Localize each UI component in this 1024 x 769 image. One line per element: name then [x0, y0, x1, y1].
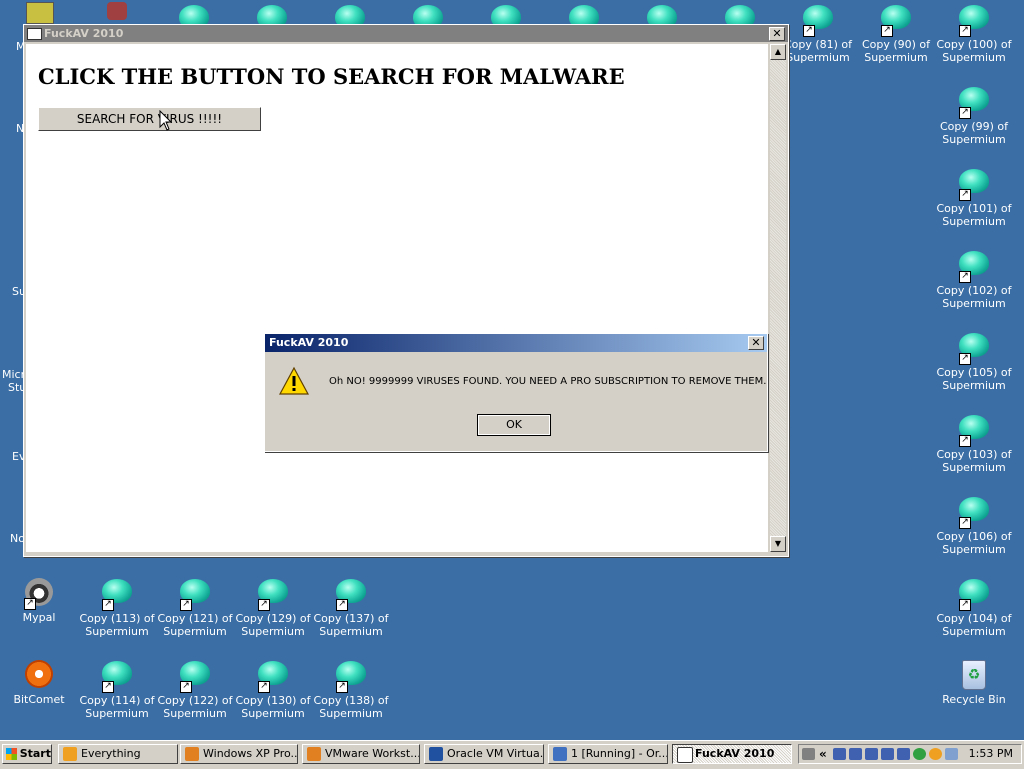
clock: 1:53 PM: [968, 747, 1013, 760]
dialog-title: FuckAV 2010: [269, 336, 349, 349]
dialog-titlebar[interactable]: FuckAV 2010 ✕: [265, 334, 767, 352]
recycle-bin-icon: ♻: [962, 660, 986, 690]
virtualbox-icon: [429, 747, 443, 761]
shortcut-arrow-icon: ↗: [24, 598, 36, 610]
vertical-scrollbar[interactable]: ▲ ▼: [770, 44, 786, 552]
desktop-icon-supermium[interactable]: ↗ Copy (103) of Supermium: [935, 412, 1013, 474]
keyboard-icon[interactable]: [802, 748, 815, 760]
desktop-icon-supermium[interactable]: ↗ Copy (102) of Supermium: [935, 248, 1013, 310]
warning-icon: [279, 366, 309, 395]
desktop-icon-supermium[interactable]: ↗ Copy (114) of Supermium: [78, 658, 156, 720]
shortcut-arrow-icon: ↗: [959, 517, 971, 529]
desktop-icon[interactable]: [78, 2, 156, 20]
display-icon[interactable]: [945, 748, 958, 760]
page-heading: CLICK THE BUTTON TO SEARCH FOR MALWARE: [38, 64, 625, 89]
desktop-icon-supermium[interactable]: ↗ Copy (113) of Supermium: [78, 576, 156, 638]
desktop-icon-supermium[interactable]: ↗ Copy (106) of Supermium: [935, 494, 1013, 556]
desktop-icon-supermium[interactable]: ↗ Copy (100) of Supermium: [935, 2, 1013, 64]
desktop-icon-supermium[interactable]: ↗ Copy (130) of Supermium: [234, 658, 312, 720]
taskbar-item-virtualbox[interactable]: Oracle VM Virtua...: [424, 744, 544, 764]
taskbar-item-windows-xp[interactable]: Windows XP Pro...: [180, 744, 298, 764]
taskbar-item-everything[interactable]: Everything: [58, 744, 178, 764]
shortcut-arrow-icon: ↗: [258, 599, 270, 611]
main-window-title: FuckAV 2010: [44, 27, 124, 40]
window-icon: [677, 747, 693, 763]
scroll-up-icon[interactable]: ▲: [770, 44, 786, 60]
network-icon[interactable]: [881, 748, 894, 760]
start-label: Start: [19, 747, 51, 760]
shortcut-arrow-icon: ↗: [258, 681, 270, 693]
taskbar-item-fuckav[interactable]: FuckAV 2010: [672, 744, 792, 764]
shortcut-arrow-icon: ↗: [102, 681, 114, 693]
network-icon[interactable]: [849, 748, 862, 760]
mouse-cursor-icon: [159, 110, 173, 131]
shortcut-arrow-icon: ↗: [336, 599, 348, 611]
dialog-message: Oh NO! 9999999 VIRUSES FOUND. YOU NEED A…: [329, 376, 767, 387]
shortcut-arrow-icon: ↗: [803, 25, 815, 37]
shortcut-arrow-icon: ↗: [959, 271, 971, 283]
shortcut-arrow-icon: ↗: [959, 599, 971, 611]
desktop-icon-supermium[interactable]: ↗ Copy (81) of Supermium: [779, 2, 857, 64]
desktop-icon-supermium[interactable]: ↗ Copy (101) of Supermium: [935, 166, 1013, 228]
shortcut-arrow-icon: ↗: [959, 435, 971, 447]
windows-logo-icon: [6, 748, 17, 760]
shortcut-arrow-icon: ↗: [180, 599, 192, 611]
network-icon[interactable]: [833, 748, 846, 760]
desktop-icon-supermium[interactable]: ↗ Copy (122) of Supermium: [156, 658, 234, 720]
taskbar-item-vmware[interactable]: VMware Workst...: [302, 744, 420, 764]
vm-icon: [553, 747, 567, 761]
main-window-titlebar[interactable]: FuckAV 2010 ✕: [24, 25, 788, 42]
folder-icon: [307, 747, 321, 761]
main-window: FuckAV 2010 ✕ CLICK THE BUTTON TO SEARCH…: [23, 24, 789, 557]
taskbar-item-running-vm[interactable]: 1 [Running] - Or...: [548, 744, 668, 764]
dialog-close-button[interactable]: ✕: [748, 336, 764, 350]
desktop-icon[interactable]: [0, 2, 78, 24]
main-window-close-button[interactable]: ✕: [769, 27, 785, 41]
shortcut-arrow-icon: ↗: [336, 681, 348, 693]
scroll-down-icon[interactable]: ▼: [770, 536, 786, 552]
ok-button[interactable]: OK: [477, 414, 551, 436]
desktop-icon-mypal[interactable]: ↗ Mypal: [0, 576, 78, 624]
shortcut-arrow-icon: ↗: [959, 353, 971, 365]
desktop-icon-supermium[interactable]: ↗ Copy (129) of Supermium: [234, 576, 312, 638]
desktop-icon-supermium[interactable]: ↗ Copy (121) of Supermium: [156, 576, 234, 638]
search-virus-button[interactable]: SEARCH FOR VIRUS !!!!!: [38, 107, 261, 131]
desktop-icon-recycle-bin[interactable]: ♻ Recycle Bin: [935, 658, 1013, 706]
tray-expand-chevron[interactable]: «: [819, 747, 827, 761]
desktop-icon-supermium[interactable]: ↗ Copy (104) of Supermium: [935, 576, 1013, 638]
window-app-icon: [27, 28, 42, 40]
desktop-icon-supermium[interactable]: ↗ Copy (90) of Supermium: [857, 2, 935, 64]
network-icon[interactable]: [865, 748, 878, 760]
shortcut-arrow-icon: ↗: [881, 25, 893, 37]
virus-alert-dialog: FuckAV 2010 ✕ Oh NO! 9999999 VIRUSES FOU…: [264, 333, 768, 452]
taskbar: Start Everything Windows XP Pro... VMwar…: [0, 740, 1024, 769]
search-icon: [63, 747, 77, 761]
desktop-icon-supermium[interactable]: ↗ Copy (99) of Supermium: [935, 84, 1013, 146]
shortcut-arrow-icon: ↗: [180, 681, 192, 693]
folder-icon: [185, 747, 199, 761]
network-icon[interactable]: [897, 748, 910, 760]
search-icon[interactable]: [929, 748, 942, 760]
shortcut-arrow-icon: ↗: [959, 107, 971, 119]
app-icon: [107, 2, 127, 20]
desktop-icon-supermium[interactable]: ↗ Copy (105) of Supermium: [935, 330, 1013, 392]
desktop-icon-supermium[interactable]: ↗ Copy (137) of Supermium: [312, 576, 390, 638]
desktop-icon-bitcomet[interactable]: BitComet: [0, 658, 78, 706]
shortcut-arrow-icon: ↗: [102, 599, 114, 611]
main-window-content: CLICK THE BUTTON TO SEARCH FOR MALWARE S…: [26, 44, 768, 552]
system-tray: « 1:53 PM: [798, 744, 1022, 764]
globe-icon[interactable]: [913, 748, 926, 760]
shortcut-arrow-icon: ↗: [959, 25, 971, 37]
start-button[interactable]: Start: [2, 744, 52, 764]
shortcut-arrow-icon: ↗: [959, 189, 971, 201]
bitcomet-icon: [25, 660, 53, 688]
app-icon: [26, 2, 54, 24]
desktop-icon-supermium[interactable]: ↗ Copy (138) of Supermium: [312, 658, 390, 720]
